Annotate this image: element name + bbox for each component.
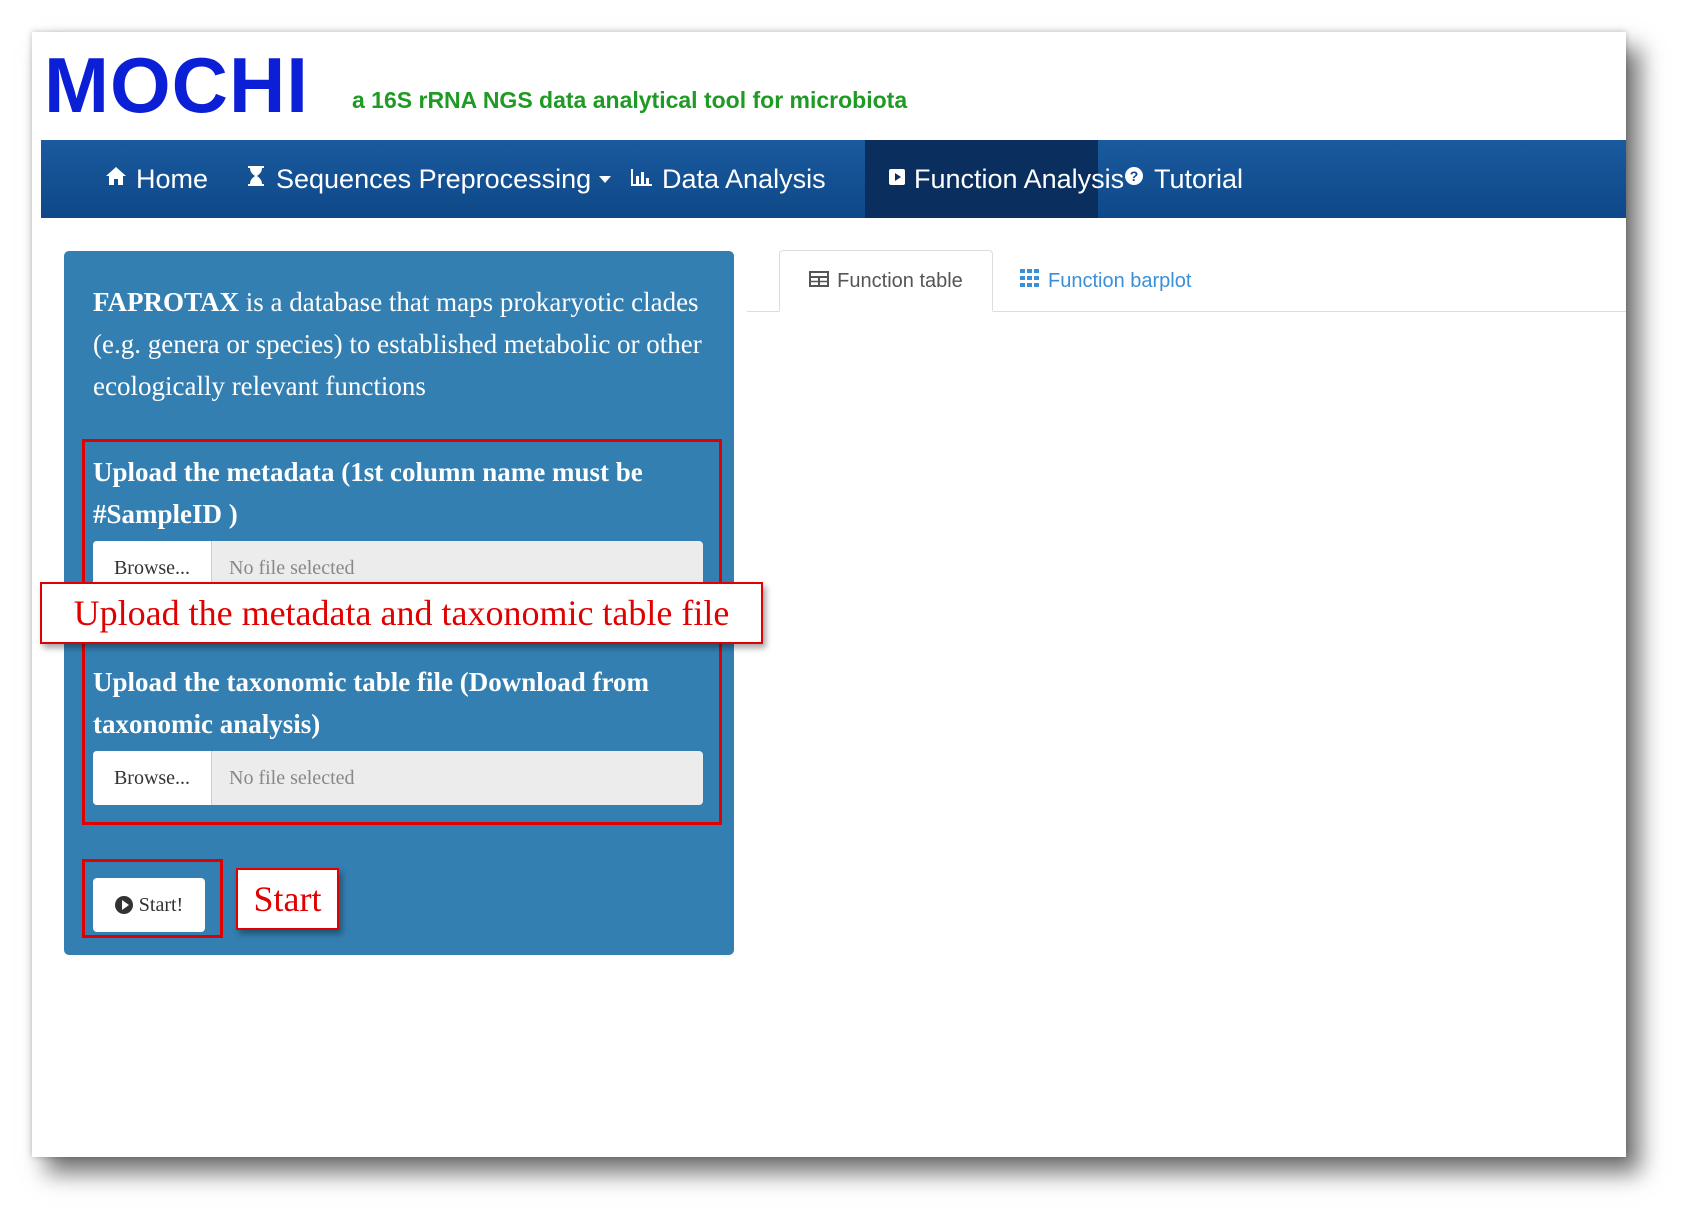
chevron-down-icon (599, 175, 612, 183)
nav-data-analysis[interactable]: Data Analysis (630, 140, 826, 218)
intro-text: FAPROTAX is a database that maps prokary… (93, 281, 713, 407)
tab-function-table[interactable]: Function table (779, 250, 993, 312)
hourglass-icon (244, 165, 268, 193)
svg-text:?: ? (1130, 168, 1139, 184)
intro-bold: FAPROTAX (93, 287, 239, 317)
main-navbar: Home Sequences Preprocessing Data Analys… (41, 140, 1626, 218)
play-square-icon (888, 166, 906, 192)
brand-logo: MOCHI (44, 41, 309, 129)
home-icon (104, 166, 128, 192)
nav-tutorial[interactable]: ? Tutorial (1122, 140, 1243, 218)
nav-sequences-preprocessing-label: Sequences Preprocessing (276, 163, 592, 194)
nav-tutorial-label: Tutorial (1154, 163, 1244, 194)
tab-function-barplot-label: Function barplot (1048, 269, 1192, 292)
nav-data-analysis-label: Data Analysis (662, 163, 826, 194)
start-callout: Start (236, 868, 339, 930)
question-circle-icon: ? (1122, 166, 1146, 192)
nav-home-label: Home (136, 163, 209, 194)
nav-sequences-preprocessing[interactable]: Sequences Preprocessing (244, 140, 612, 218)
tab-function-table-label: Function table (837, 269, 963, 292)
nav-function-analysis[interactable]: Function Analysis (865, 140, 1124, 218)
grid-icon (1020, 269, 1040, 293)
nav-home[interactable]: Home (104, 140, 208, 218)
upload-callout: Upload the metadata and taxonomic table … (40, 582, 763, 644)
start-highlight-box (82, 859, 223, 938)
app-tagline: a 16S rRNA NGS data analytical tool for … (352, 87, 908, 113)
tab-function-barplot[interactable]: Function barplot (1020, 250, 1191, 312)
bar-chart-icon (630, 166, 654, 192)
table-icon (809, 270, 830, 293)
nav-function-analysis-label: Function Analysis (914, 163, 1125, 194)
